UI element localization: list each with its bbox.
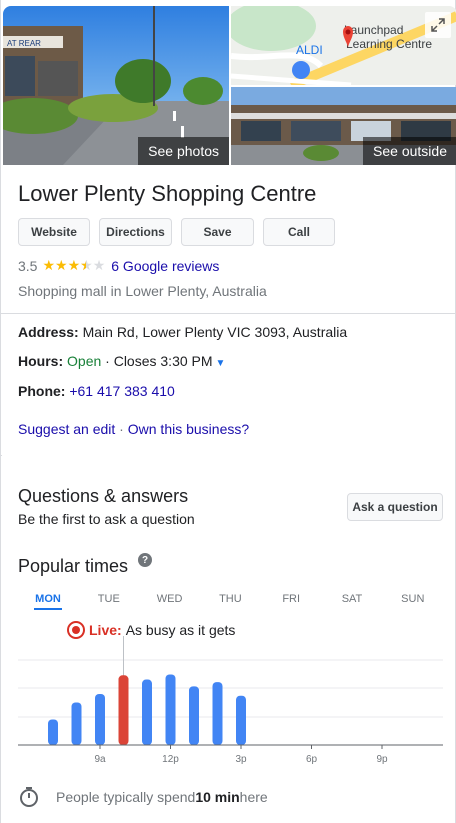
rating-row: 3.5 ★★★★★★ 6 Google reviews — [18, 257, 219, 274]
map-thumbnail[interactable]: ALDI Launchpad Learning Centre — [231, 6, 456, 85]
day-tabs: MON TUE WED THU FRI SAT SUN — [18, 593, 443, 613]
see-outside-label[interactable]: See outside — [363, 137, 456, 165]
timer-icon — [20, 787, 38, 807]
phone-row: Phone: +61 417 383 410 — [18, 383, 175, 399]
hours-dropdown-icon[interactable]: ▼ — [216, 358, 226, 369]
link-separator: · — [115, 421, 128, 437]
expand-icon — [431, 18, 445, 32]
tick-label-6p: 6p — [306, 754, 318, 765]
hours-detail[interactable]: · Closes 3:30 PM — [101, 353, 212, 369]
outside-photo[interactable]: See outside — [231, 87, 456, 165]
hours-row: Hours: Open · Closes 3:30 PM ▼ — [18, 353, 225, 369]
edit-links: Suggest an edit · Own this business? — [18, 421, 249, 437]
first-question-link[interactable]: Be the first to ask a question — [18, 511, 195, 527]
website-button[interactable]: Website — [18, 218, 90, 246]
suggest-edit-link[interactable]: Suggest an edit — [18, 421, 115, 437]
day-tab-fri[interactable]: FRI — [271, 593, 311, 605]
expand-map-button[interactable] — [425, 12, 451, 38]
own-business-link[interactable]: Own this business? — [128, 421, 249, 437]
tick-label-9a: 9a — [94, 754, 106, 765]
bar-12p[interactable] — [165, 674, 176, 745]
star-rating-icon: ★★★★★★ — [42, 257, 106, 273]
address-value: Main Rd, Lower Plenty VIC 3093, Australi… — [82, 324, 348, 340]
save-button[interactable]: Save — [181, 218, 254, 246]
day-tab-mon[interactable]: MON — [28, 593, 68, 605]
bar-10a[interactable] — [118, 675, 129, 745]
svg-text:AT REAR: AT REAR — [7, 39, 41, 48]
svg-text:ALDI: ALDI — [296, 43, 323, 57]
rating-value: 3.5 — [18, 257, 38, 274]
directions-button[interactable]: Directions — [99, 218, 172, 246]
day-tab-thu[interactable]: THU — [210, 593, 250, 605]
bar-8a[interactable] — [71, 702, 82, 746]
svg-text:Launchpad: Launchpad — [344, 23, 403, 37]
svg-text:Learning Centre: Learning Centre — [346, 37, 432, 51]
tick-label-12p: 12p — [162, 754, 179, 765]
phone-label: Phone: — [18, 383, 66, 399]
main-photo[interactable]: AT REAR See photos — [3, 6, 229, 165]
qa-heading: Questions & answers — [18, 486, 189, 506]
bar-2p[interactable] — [212, 682, 223, 745]
bar-1p[interactable] — [189, 686, 199, 745]
spend-suffix: here — [239, 789, 268, 805]
day-tab-tue[interactable]: TUE — [89, 593, 129, 605]
reviews-link[interactable]: 6 Google reviews — [111, 258, 219, 274]
address-label: Address: — [18, 324, 79, 340]
see-photos-label[interactable]: See photos — [138, 137, 229, 165]
help-icon[interactable]: ? — [138, 553, 152, 567]
tick-label-9p: 9p — [376, 754, 388, 765]
place-category: Shopping mall in Lower Plenty, Australia — [18, 283, 267, 299]
action-buttons: Website Directions Save Call — [18, 218, 335, 246]
active-day-underline — [34, 608, 62, 610]
bar-11a[interactable] — [142, 679, 152, 745]
spend-prefix: People typically spend — [56, 789, 196, 805]
day-tab-sun[interactable]: SUN — [393, 593, 433, 605]
place-title: Lower Plenty Shopping Centre — [18, 181, 317, 206]
spacer — [1, 455, 2, 456]
spend-value: 10 min — [195, 789, 240, 805]
address-row: Address: Main Rd, Lower Plenty VIC 3093,… — [18, 324, 347, 340]
ask-question-button[interactable]: Ask a question — [347, 493, 443, 521]
hours-status: Open — [67, 353, 102, 369]
tick-label-3p: 3p — [235, 754, 247, 765]
divider — [1, 313, 456, 314]
popular-times-heading: Popular times — [18, 556, 129, 576]
popular-times-chart: 9a 12p 3p 6p 9p — [18, 636, 443, 765]
bar-7a[interactable] — [48, 719, 58, 746]
bar-9a[interactable] — [95, 694, 105, 745]
knowledge-panel: AT REAR See photos ALDI Launchpad Learni… — [0, 0, 456, 823]
day-tab-wed[interactable]: WED — [150, 593, 190, 605]
call-button[interactable]: Call — [263, 218, 335, 246]
map-image: ALDI Launchpad Learning Centre — [231, 6, 456, 85]
day-tab-sat[interactable]: SAT — [332, 593, 372, 605]
bar-3p[interactable] — [236, 695, 246, 745]
phone-link[interactable]: +61 417 383 410 — [69, 383, 175, 399]
time-spend-row: People typically spend 10 min here — [18, 786, 268, 808]
hours-label: Hours: — [18, 353, 64, 369]
